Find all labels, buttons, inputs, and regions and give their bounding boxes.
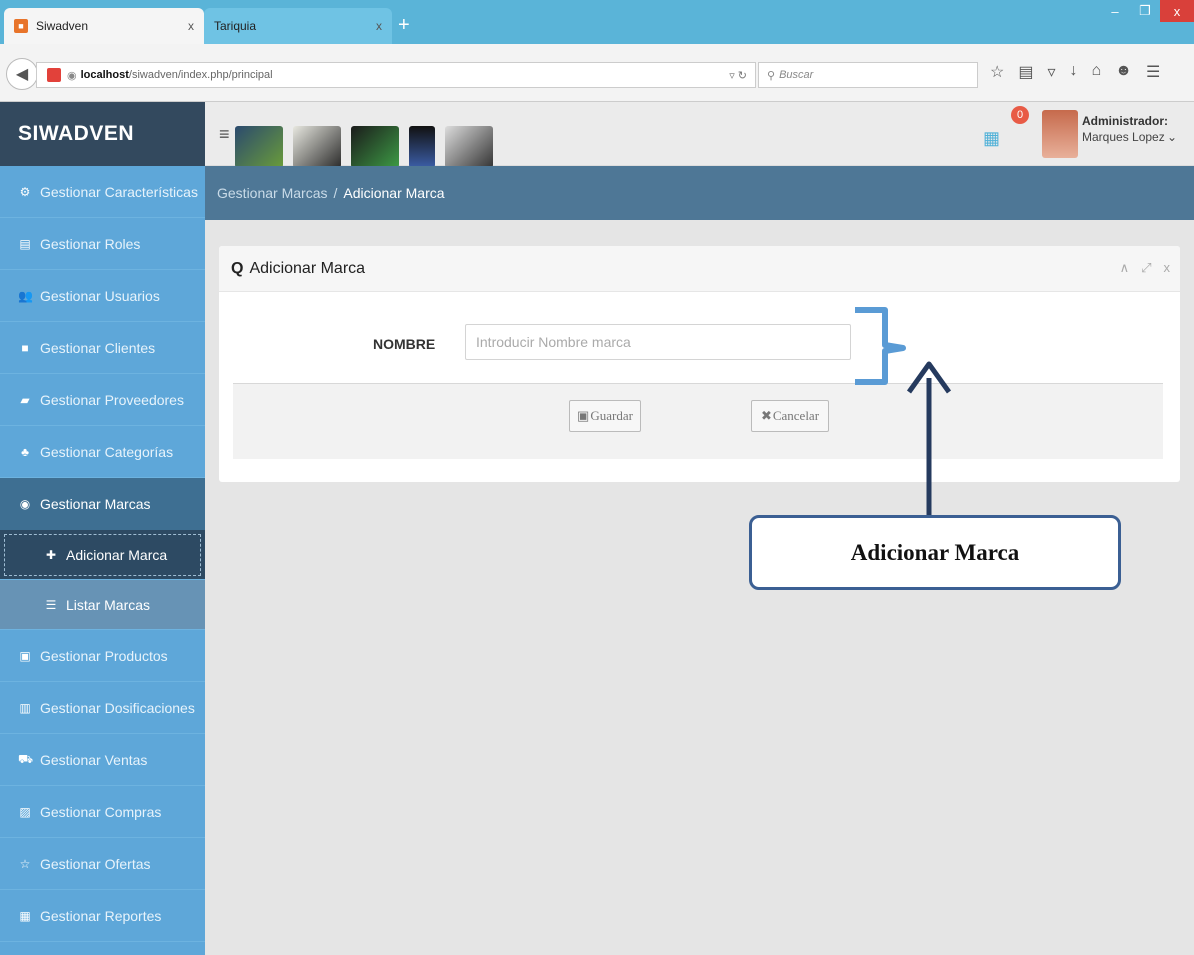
annotation-overlay <box>855 307 952 516</box>
annotation-callout: Adicionar Marca <box>749 515 1121 590</box>
annotation-bracket <box>855 307 906 385</box>
